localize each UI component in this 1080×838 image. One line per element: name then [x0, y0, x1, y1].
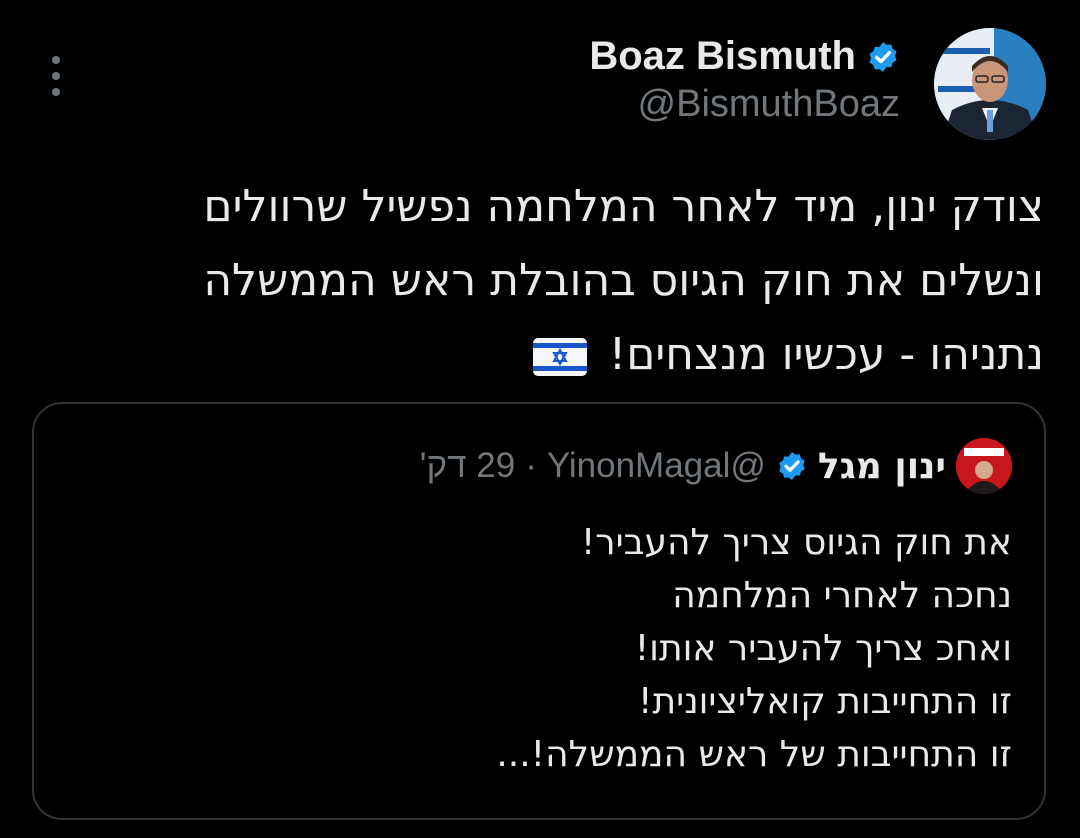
quoted-line: נחכה לאחרי המלחמה — [672, 575, 1012, 616]
more-options-button[interactable] — [44, 56, 68, 96]
tweet-header: Boaz Bismuth @BismuthBoaz — [589, 34, 900, 126]
quoted-author-name[interactable]: ינון מגל — [818, 446, 946, 487]
tweet-text: צודק ינון, מיד לאחר המלחמה נפשיל שרוולים… — [84, 170, 1044, 392]
more-dot — [52, 88, 60, 96]
quoted-handle[interactable]: @YinonMagal — [547, 446, 766, 486]
tweet-line: נתניהו - עכשיו מנצחים! — [608, 329, 1044, 380]
quoted-line: את חוק הגיוס צריך להעביר! — [580, 522, 1012, 563]
author-name[interactable]: Boaz Bismuth — [589, 34, 856, 79]
avatar-image — [934, 28, 1046, 140]
quoted-line: זו התחייבות של ראש הממשלה!... — [496, 734, 1012, 775]
verified-badge-icon — [869, 41, 897, 72]
author-handle[interactable]: @BismuthBoaz — [589, 83, 900, 126]
tweet-line-last: נתניהו - עכשיו מנצחים! — [84, 318, 1044, 392]
author-avatar[interactable] — [934, 28, 1046, 140]
verified-badge-icon — [779, 452, 805, 480]
more-dot — [52, 56, 60, 64]
quoted-author-avatar[interactable] — [956, 438, 1012, 494]
quoted-tweet-text: את חוק הגיוס צריך להעביר! נחכה לאחרי המל… — [72, 516, 1012, 781]
tweet-line: ונשלים את חוק הגיוס בהובלת ראש הממשלה — [203, 255, 1044, 306]
tweet-line: צודק ינון, מיד לאחר המלחמה נפשיל שרוולים — [203, 181, 1044, 232]
quoted-tweet-header: ינון מגל @YinonMagal · 29 דק' — [420, 438, 1012, 494]
author-name-row: Boaz Bismuth — [589, 34, 900, 79]
quoted-avatar-image — [956, 438, 1012, 494]
quoted-tweet[interactable]: ינון מגל @YinonMagal · 29 דק' את חוק הגי… — [32, 402, 1046, 820]
more-dot — [52, 72, 60, 80]
quoted-line: ואחכ צריך להעביר אותו! — [634, 628, 1012, 669]
quoted-line: זו התחייבות קואליציונית! — [638, 681, 1012, 722]
meta-separator: · — [525, 446, 537, 485]
quoted-timestamp[interactable]: 29 דק' — [420, 446, 515, 486]
israel-flag-icon — [532, 338, 587, 376]
